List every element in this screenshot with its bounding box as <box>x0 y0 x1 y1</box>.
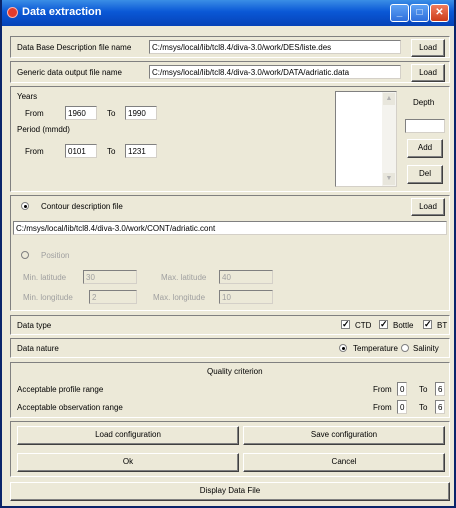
bottle-checkbox[interactable]: ✓ <box>379 320 388 329</box>
years-label: Years <box>17 92 38 101</box>
window-title: Data extraction <box>22 6 102 18</box>
db-description-label: Data Base Description file name <box>17 43 132 52</box>
time-depth-panel: Years From 1960 To 1990 Period (mmdd) Fr… <box>10 86 450 192</box>
years-from-field[interactable]: 1960 <box>65 106 97 120</box>
output-file-field[interactable]: C:/msys/local/lib/tcl8.4/diva-3.0/work/D… <box>149 65 401 79</box>
ok-button[interactable]: Ok <box>17 453 239 472</box>
data-nature-row: Data nature Temperature Salinity <box>10 338 450 358</box>
ctd-checkbox[interactable]: ✓ <box>341 320 350 329</box>
period-to-field[interactable]: 1231 <box>125 144 157 158</box>
profile-range-label: Acceptable profile range <box>17 385 104 394</box>
app-icon <box>7 7 18 18</box>
bt-checkbox[interactable]: ✓ <box>423 320 432 329</box>
min-longitude-field[interactable]: 2 <box>89 290 137 304</box>
depth-list[interactable]: ▲ ▼ <box>335 91 397 187</box>
depth-field[interactable] <box>405 119 445 133</box>
temperature-label: Temperature <box>353 344 398 353</box>
position-label: Position <box>41 251 70 260</box>
period-label: Period (mmdd) <box>17 125 70 134</box>
observation-from-field[interactable]: 0 <box>397 400 407 414</box>
save-configuration-button[interactable]: Save configuration <box>243 426 445 445</box>
db-load-button[interactable]: Load <box>411 39 445 57</box>
min-longitude-label: Min. longitude <box>23 293 73 302</box>
years-from-label: From <box>25 109 44 118</box>
data-extraction-window: Data extraction _ □ ✕ Data Base Descript… <box>0 0 456 508</box>
max-longitude-label: Max. longitude <box>153 293 206 302</box>
profile-from-label: From <box>373 385 392 394</box>
max-latitude-label: Max. latitude <box>161 273 207 282</box>
min-latitude-label: Min. latitude <box>23 273 67 282</box>
close-icon[interactable]: ✕ <box>430 4 449 22</box>
salinity-radio[interactable] <box>401 344 409 352</box>
contour-load-button[interactable]: Load <box>411 198 445 216</box>
quality-title: Quality criterion <box>207 367 263 376</box>
max-latitude-field[interactable]: 40 <box>219 270 273 284</box>
maximize-icon[interactable]: □ <box>410 4 429 22</box>
db-description-field[interactable]: C:/msys/local/lib/tcl8.4/diva-3.0/work/D… <box>149 40 401 54</box>
profile-to-field[interactable]: 6 <box>435 382 445 396</box>
cancel-button[interactable]: Cancel <box>243 453 445 472</box>
action-panel: Load configuration Save configuration Ok… <box>10 421 450 477</box>
bt-label: BT <box>437 321 448 330</box>
observation-from-label: From <box>373 403 392 412</box>
observation-range-label: Acceptable observation range <box>17 403 123 412</box>
scroll-down-icon[interactable]: ▼ <box>383 173 395 185</box>
scroll-up-icon[interactable]: ▲ <box>383 93 395 105</box>
depth-label: Depth <box>413 98 435 107</box>
data-type-row: Data type ✓ CTD ✓ Bottle ✓ BT <box>10 315 450 335</box>
period-from-field[interactable]: 0101 <box>65 144 97 158</box>
years-to-label: To <box>107 109 116 118</box>
depth-add-button[interactable]: Add <box>407 139 443 158</box>
profile-to-label: To <box>419 385 428 394</box>
contour-label: Contour description file <box>41 202 123 211</box>
db-description-row: Data Base Description file name C:/msys/… <box>10 36 450 58</box>
depth-del-button[interactable]: Del <box>407 165 443 184</box>
salinity-label: Salinity <box>413 344 439 353</box>
display-data-file-button[interactable]: Display Data File <box>10 482 450 501</box>
data-nature-label: Data nature <box>17 344 59 353</box>
contour-path-field[interactable]: C:/msys/local/lib/tcl8.4/diva-3.0/work/C… <box>13 221 447 235</box>
contour-radio[interactable] <box>21 202 29 210</box>
minimize-icon[interactable]: _ <box>390 4 409 22</box>
position-radio[interactable] <box>21 251 29 259</box>
quality-panel: Quality criterion Acceptable profile ran… <box>10 362 450 418</box>
max-longitude-field[interactable]: 10 <box>219 290 273 304</box>
output-file-row: Generic data output file name C:/msys/lo… <box>10 61 450 83</box>
observation-to-label: To <box>419 403 428 412</box>
period-to-label: To <box>107 147 116 156</box>
period-from-label: From <box>25 147 44 156</box>
output-file-label: Generic data output file name <box>17 68 122 77</box>
area-panel: Contour description file Load C:/msys/lo… <box>10 195 450 311</box>
observation-to-field[interactable]: 6 <box>435 400 445 414</box>
data-type-label: Data type <box>17 321 52 330</box>
min-latitude-field[interactable]: 30 <box>83 270 137 284</box>
bottle-label: Bottle <box>393 321 414 330</box>
ctd-label: CTD <box>355 321 372 330</box>
years-to-field[interactable]: 1990 <box>125 106 157 120</box>
load-configuration-button[interactable]: Load configuration <box>17 426 239 445</box>
output-load-button[interactable]: Load <box>411 64 445 82</box>
profile-from-field[interactable]: 0 <box>397 382 407 396</box>
title-bar[interactable]: Data extraction _ □ ✕ <box>2 0 454 26</box>
depth-list-scrollbar[interactable]: ▲ ▼ <box>382 92 396 186</box>
temperature-radio[interactable] <box>339 344 347 352</box>
